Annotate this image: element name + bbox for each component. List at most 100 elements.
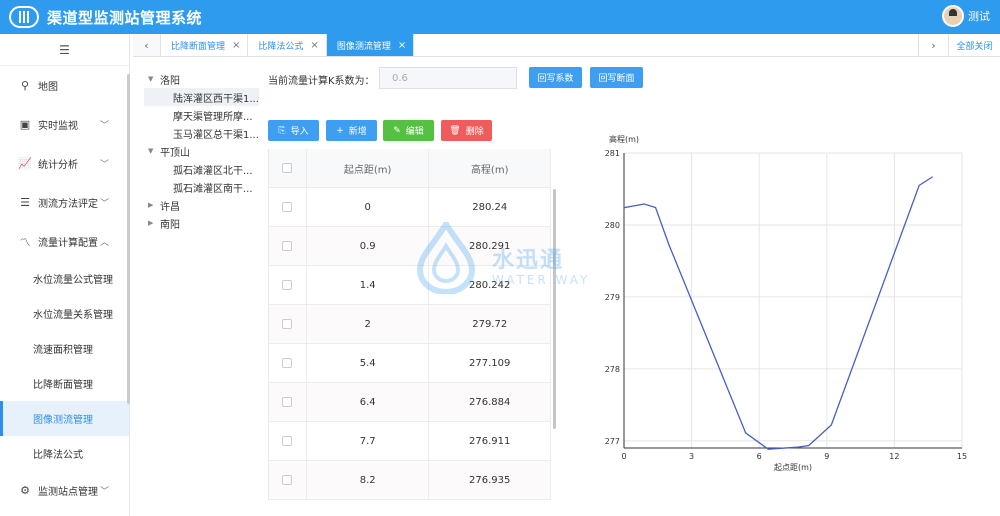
x-tick-label: 0 [621, 452, 626, 461]
row-checkbox[interactable] [269, 266, 307, 304]
column-header[interactable]: 高程(m) [429, 149, 551, 187]
tab-label: 比降法公式 [258, 41, 304, 52]
chevron-down-icon: ﹀ [99, 199, 109, 209]
sidebar-subitem-3[interactable]: 比降断面管理 [0, 366, 129, 401]
table-row[interactable]: 7.7 276.911 [269, 422, 551, 461]
watermark: 水迅通 WATER WAY [414, 222, 599, 294]
user-menu[interactable]: 测试 [942, 5, 990, 27]
k-coefficient-input[interactable]: 0.6 [379, 67, 517, 89]
close-icon[interactable]: × [310, 40, 318, 51]
elevation-cell: 276.935 [429, 461, 551, 499]
tree-node-3[interactable]: ▶ 南阳 [144, 214, 259, 232]
sidebar-item-2[interactable]: 📈 统计分析 ﹀ [0, 144, 129, 183]
distance-cell: 5.4 [307, 344, 430, 382]
tree-leaf[interactable]: 摩天渠管理所摩... [144, 106, 259, 124]
x-tick-label: 6 [757, 452, 762, 461]
edit-button[interactable]: ✎ 编辑 [383, 120, 434, 141]
tab-1[interactable]: 比降法公式 × [248, 34, 327, 56]
app-logo [9, 6, 39, 28]
x-axis-label: 起点距(m) [774, 463, 812, 472]
elevation-cell: 276.911 [429, 422, 551, 460]
sidebar-item-4[interactable]: 〽流量计算配置 ︿ [0, 222, 129, 261]
tree-leaf[interactable]: 玉马灌区总干渠1... [144, 124, 259, 142]
elevation-series-line [623, 176, 934, 450]
sidebar-item-0[interactable]: ⚲ 地图 [0, 66, 129, 105]
station-icon: ⚙ [20, 484, 30, 497]
row-checkbox[interactable] [269, 188, 307, 226]
tab-scroll-left-icon[interactable]: ‹ [133, 34, 161, 56]
elevation-cell: 276.884 [429, 383, 551, 421]
sidebar-item-label: 地图 [38, 82, 58, 93]
sidebar-subitem-2[interactable]: 流速面积管理 [0, 331, 129, 366]
y-tick-label: 277 [605, 437, 620, 446]
watermark-text: 水迅通 [492, 248, 565, 273]
select-all-checkbox[interactable] [269, 149, 307, 187]
table-row[interactable]: 8.2 276.935 [269, 461, 551, 500]
sidebar-subitem-0[interactable]: 水位流量公式管理 [0, 261, 129, 296]
tab-label: 比降断面管理 [171, 41, 226, 52]
row-checkbox[interactable] [269, 461, 307, 499]
caret-right-icon[interactable]: ▶ [148, 201, 160, 209]
sidebar-item-label: 流量计算配置 [38, 238, 98, 249]
distance-cell: 6.4 [307, 383, 430, 421]
distance-cell: 8.2 [307, 461, 430, 499]
elevation-cell: 280.24 [429, 188, 551, 226]
collapse-menu-icon[interactable]: ☰ [0, 34, 129, 66]
distance-cell: 1.4 [307, 266, 430, 304]
sidebar-item-station-management[interactable]: ⚙ 监测站点管理 ﹀ [0, 471, 129, 510]
row-checkbox[interactable] [269, 344, 307, 382]
tree-node-label: 南阳 [160, 219, 180, 231]
column-header[interactable]: 起点距(m) [307, 149, 430, 187]
tab-2[interactable]: 图像测流管理 × [326, 34, 415, 56]
user-name: 测试 [968, 10, 990, 23]
caret-down-icon[interactable]: ▼ [148, 147, 160, 155]
chevron-down-icon: ﹀ [99, 487, 109, 497]
write-coefficient-button[interactable]: 回写系数 [529, 67, 582, 88]
table-row[interactable]: 2 279.72 [269, 305, 551, 344]
sidebar-subitem-1[interactable]: 水位流量关系管理 [0, 296, 129, 331]
row-checkbox[interactable] [269, 227, 307, 265]
elevation-chart: 0 3 6 9 12 15 277 278 279 280 281 高程(m) 起点距(m) [605, 134, 967, 472]
tree-leaf[interactable]: 孤石滩灌区南干... [144, 178, 259, 196]
distance-cell: 7.7 [307, 422, 430, 460]
row-checkbox[interactable] [269, 422, 307, 460]
sidebar-item-label: 统计分析 [38, 160, 78, 171]
sidebar-subitem-5[interactable]: 比降法公式 [0, 436, 129, 471]
water-drop-icon [416, 222, 476, 294]
row-checkbox[interactable] [269, 383, 307, 421]
sidebar-subitem-4[interactable]: 图像测流管理 [0, 401, 129, 436]
watermark-subtext: WATER WAY [492, 273, 591, 287]
tree-node-1[interactable]: ▼ 平顶山 [144, 142, 259, 160]
caret-right-icon[interactable]: ▶ [148, 219, 160, 227]
add-button[interactable]: + 新增 [326, 120, 377, 141]
delete-button[interactable]: 🗑 删除 [441, 120, 492, 141]
tree-leaf[interactable]: 孤石滩灌区北干... [144, 160, 259, 178]
x-tick-label: 3 [689, 452, 694, 461]
tree-leaf[interactable]: 陆浑灌区西干渠1... [144, 88, 259, 106]
sidebar-item-1[interactable]: ▣ 实时监视 ﹀ [0, 105, 129, 144]
close-all-tabs-button[interactable]: 全部关闭 [948, 34, 1000, 56]
table-row[interactable]: 6.4 276.884 [269, 383, 551, 422]
y-tick-label: 281 [605, 149, 620, 158]
caret-down-icon[interactable]: ▼ [148, 75, 160, 83]
tree-node-2[interactable]: ▶ 许昌 [144, 196, 259, 214]
import-button[interactable]: ⎘ 导入 [268, 120, 319, 141]
close-icon[interactable]: × [232, 40, 240, 51]
tab-0[interactable]: 比降断面管理 × [161, 34, 249, 56]
sidebar: ☰ ⚲ 地图 ▣ 实时监视 ﹀ 📈 统计分析 ﹀ ☰ 测流方法评定 ﹀ 〽流量计算配置 ︿ 水位流量公式管… [0, 34, 130, 516]
elevation-cell: 279.72 [429, 305, 551, 343]
list-icon: ☰ [20, 196, 30, 209]
chevron-down-icon: ﹀ [99, 160, 109, 170]
tab-scroll-right-icon[interactable]: › [918, 34, 948, 56]
sidebar-item-3[interactable]: ☰ 测流方法评定 ﹀ [0, 183, 129, 222]
table-row[interactable]: 5.4 277.109 [269, 344, 551, 383]
write-section-button[interactable]: 回写断面 [590, 67, 643, 88]
sidebar-scrollbar[interactable] [127, 74, 130, 404]
tree-node-0[interactable]: ▼ 洛阳 [144, 70, 259, 88]
close-icon[interactable]: × [398, 40, 406, 51]
k-coefficient-label: 当前流量计算K系数为： [268, 75, 375, 87]
elevation-cell: 277.109 [429, 344, 551, 382]
x-tick-label: 9 [824, 452, 829, 461]
top-bar: 渠道型监测站管理系统 测试 [0, 0, 1000, 34]
row-checkbox[interactable] [269, 305, 307, 343]
